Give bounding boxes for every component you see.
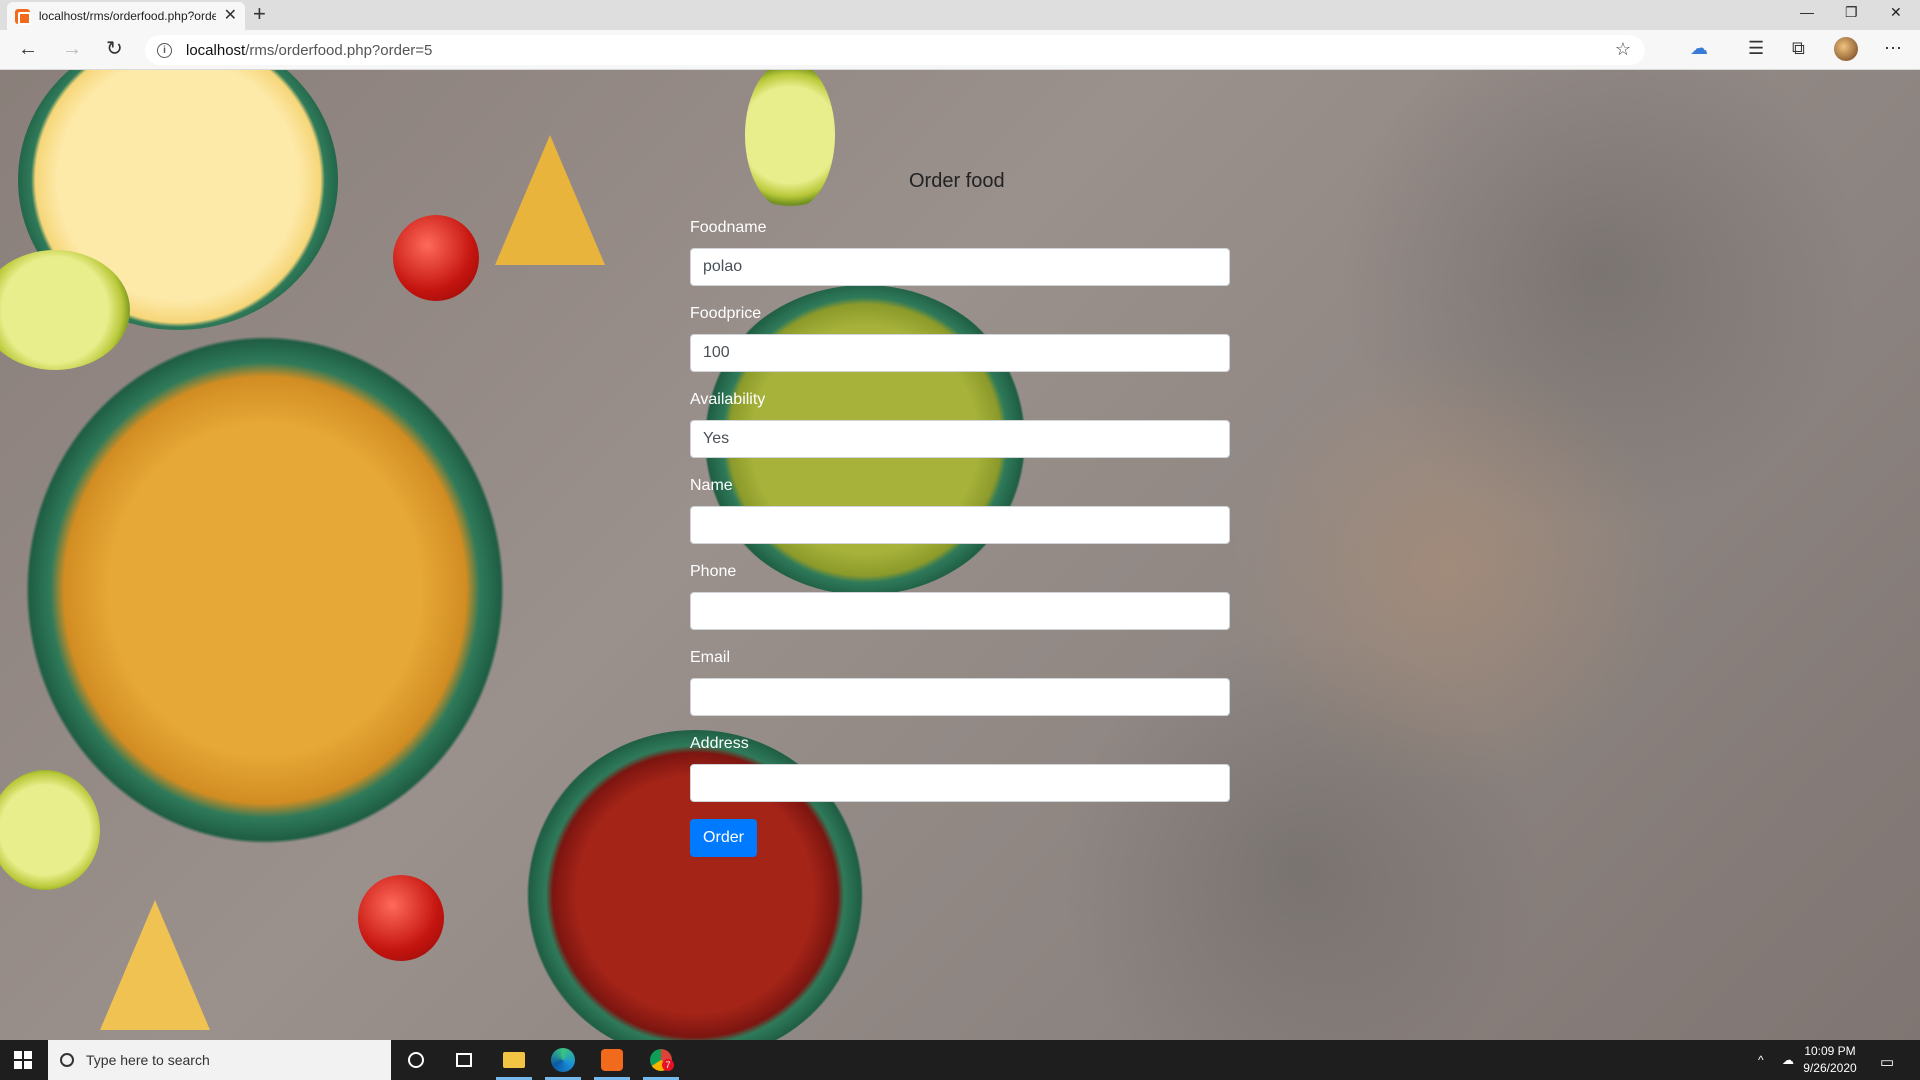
clock-date: 9/26/2020	[1803, 1061, 1857, 1075]
address-label: Address	[690, 735, 749, 752]
action-center-icon[interactable]: ▭	[1880, 1053, 1894, 1071]
new-tab-button[interactable]: +	[253, 3, 266, 25]
search-icon	[60, 1053, 74, 1067]
taskbar-clock[interactable]: 10:09 PM 9/26/2020	[1795, 1043, 1865, 1077]
restore-button[interactable]: ❐	[1845, 4, 1858, 21]
favorites-list-icon[interactable]: ☰	[1748, 39, 1764, 57]
cortana-button[interactable]	[392, 1040, 440, 1080]
more-menu-icon[interactable]: ⋯	[1884, 39, 1902, 57]
taskbar-search-box[interactable]: Type here to search	[48, 1040, 391, 1080]
browser-toolbar: ← → ↻ i localhost/rms/orderfood.php?orde…	[0, 30, 1920, 70]
cloud-extension-icon[interactable]: ☁	[1690, 39, 1708, 57]
form-title: Order food	[909, 170, 1005, 192]
file-explorer-button[interactable]	[490, 1040, 538, 1080]
task-view-icon	[456, 1053, 472, 1067]
address-input[interactable]	[690, 764, 1230, 802]
chrome-button[interactable]: 7	[637, 1040, 685, 1080]
url-host: localhost	[186, 41, 246, 59]
clock-time: 10:09 PM	[1804, 1044, 1856, 1058]
phone-label: Phone	[690, 563, 737, 580]
url-text[interactable]: localhost/rms/orderfood.php?order=5	[186, 42, 432, 59]
show-hidden-icons-chevron-icon[interactable]: ^	[1758, 1053, 1764, 1067]
tab-close-icon[interactable]: ✕	[224, 8, 237, 24]
foodprice-label: Foodprice	[690, 305, 762, 322]
onedrive-cloud-icon[interactable]: ☁	[1782, 1053, 1794, 1067]
tomato-image	[358, 875, 444, 961]
availability-label: Availability	[690, 391, 766, 408]
favorite-star-icon[interactable]: ☆	[1615, 39, 1631, 60]
forward-arrow-icon[interactable]: →	[62, 39, 82, 59]
browser-tab-strip: localhost/rms/orderfood.php?order=5 ✕ + …	[0, 0, 1920, 30]
chip-image	[495, 135, 605, 265]
phone-input[interactable]	[690, 592, 1230, 630]
url-path: /rms/orderfood.php?order=5	[245, 41, 433, 59]
profile-avatar[interactable]	[1834, 37, 1858, 61]
xampp-icon	[601, 1049, 623, 1071]
windows-start-icon[interactable]	[14, 1051, 32, 1069]
xampp-favicon-icon	[15, 8, 31, 25]
chip-image	[100, 900, 210, 1030]
chrome-icon: 7	[650, 1049, 674, 1071]
tomato-image	[393, 215, 479, 301]
cortana-icon	[408, 1052, 424, 1068]
name-input[interactable]	[690, 506, 1230, 544]
page-background: Order food Foodname Foodprice Availabili…	[0, 70, 1920, 1041]
taskbar-search-placeholder: Type here to search	[86, 1052, 210, 1068]
lime-image	[745, 70, 835, 210]
site-info-icon[interactable]: i	[157, 42, 172, 58]
tab-title: localhost/rms/orderfood.php?order=5	[38, 9, 216, 23]
folder-icon	[503, 1052, 525, 1068]
edge-icon	[551, 1048, 575, 1072]
name-label: Name	[690, 477, 733, 494]
notification-badge: 7	[662, 1059, 674, 1071]
collections-icon[interactable]: ⧉	[1792, 39, 1805, 57]
foodprice-input[interactable]	[690, 334, 1230, 372]
foodname-input[interactable]	[690, 248, 1230, 286]
email-label: Email	[690, 649, 731, 666]
availability-input[interactable]	[690, 420, 1230, 458]
windows-taskbar: Type here to search 7 ^ ☁ 10:09 PM 9/26/…	[0, 1040, 1920, 1080]
order-button[interactable]: Order	[690, 819, 757, 857]
refresh-icon[interactable]: ↻	[106, 39, 123, 59]
task-view-button[interactable]	[440, 1040, 488, 1080]
foodname-label: Foodname	[690, 219, 767, 236]
close-window-button[interactable]: ✕	[1890, 4, 1902, 21]
minimize-button[interactable]: —	[1800, 4, 1814, 20]
email-input[interactable]	[690, 678, 1230, 716]
xampp-button[interactable]	[588, 1040, 636, 1080]
browser-tab[interactable]: localhost/rms/orderfood.php?order=5 ✕	[7, 2, 245, 30]
nachos-bowl-image	[20, 330, 510, 850]
back-arrow-icon[interactable]: ←	[18, 39, 38, 59]
lime-image	[0, 770, 100, 890]
edge-browser-button[interactable]	[539, 1040, 587, 1080]
address-bar[interactable]: i localhost/rms/orderfood.php?order=5 ☆	[145, 35, 1645, 65]
